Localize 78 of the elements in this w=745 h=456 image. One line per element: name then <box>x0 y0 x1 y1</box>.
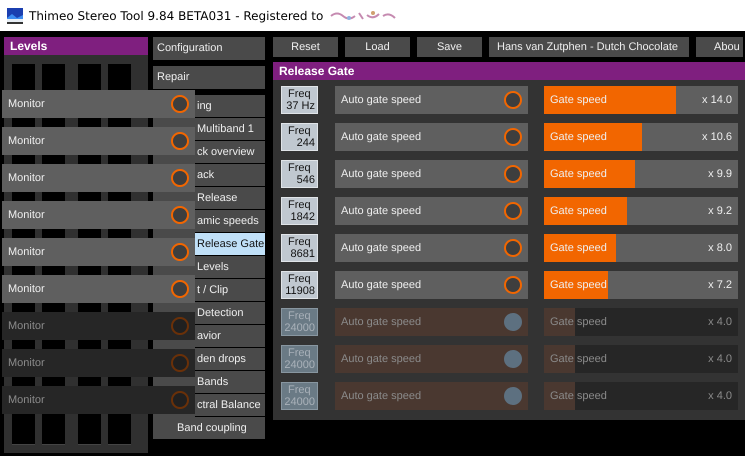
slider-value: x 4.0 <box>708 390 732 402</box>
menu-item[interactable]: ack <box>195 164 265 186</box>
toolbar-button[interactable]: Save <box>417 37 482 57</box>
auto-toggle[interactable]: Auto gate speed <box>335 86 528 114</box>
menu-item[interactable]: Configuration <box>153 37 265 60</box>
freq-button[interactable]: Freq 8681 <box>281 234 318 262</box>
toggle-ring[interactable] <box>171 280 189 298</box>
gate-speed-slider[interactable]: Gate speed x 10.6 <box>544 123 738 151</box>
monitor-label: Monitor <box>8 98 45 110</box>
slider-label: Gate speed <box>550 279 607 291</box>
gate-speed-slider[interactable]: Gate speed x 9.2 <box>544 197 738 225</box>
auto-toggle[interactable]: Auto gate speed <box>335 123 528 151</box>
menu-item[interactable]: Release <box>195 187 265 209</box>
slider-value: x 10.6 <box>702 131 732 143</box>
preset-button[interactable]: Hans van Zutphen - Dutch Chocolate <box>489 37 689 57</box>
app-icon <box>7 8 23 24</box>
monitor-label: Monitor <box>8 209 45 221</box>
toolbar-button[interactable]: Reset <box>273 37 338 57</box>
monitor-label: Monitor <box>8 246 45 258</box>
freq-button[interactable]: Freq 11908 <box>281 271 318 299</box>
slider-value: x 14.0 <box>702 94 732 106</box>
toggle-ring[interactable] <box>171 95 189 113</box>
slider-value: x 9.9 <box>708 168 732 180</box>
menu-item[interactable]: Release Gate <box>195 233 265 255</box>
toolbar-button[interactable]: Load <box>345 37 410 57</box>
gate-speed-slider[interactable]: Gate speed x 14.0 <box>544 86 738 114</box>
slider-value: x 7.2 <box>708 279 732 291</box>
menu-item[interactable]: Band coupling <box>153 417 265 439</box>
menu-item[interactable]: Detection <box>195 302 265 324</box>
menu-item[interactable]: Multiband 1 <box>195 118 265 140</box>
menu-item[interactable]: t / Clip <box>195 279 265 301</box>
monitor-label: Monitor <box>8 320 45 332</box>
slider-label: Gate speed <box>550 390 607 402</box>
monitor-label: Monitor <box>8 135 45 147</box>
menu-item[interactable]: amic speeds <box>195 210 265 232</box>
window-title: Thimeo Stereo Tool 9.84 BETA031 - Registered to <box>29 8 324 22</box>
menu-item[interactable]: ck overview <box>195 141 265 163</box>
auto-toggle[interactable]: Auto gate speed <box>335 160 528 188</box>
panel-title: Levels <box>4 37 148 55</box>
about-button[interactable]: Abou <box>696 37 743 57</box>
monitor-label: Monitor <box>8 357 45 369</box>
gate-speed-slider[interactable]: Gate speed x 7.2 <box>544 271 738 299</box>
menu-item[interactable]: avior <box>195 325 265 347</box>
slider-label: Gate speed <box>550 168 607 180</box>
slider-value: x 4.0 <box>708 353 732 365</box>
slider-label: Gate speed <box>550 131 607 143</box>
slider-label: Gate speed <box>550 316 607 328</box>
toggle-ring[interactable] <box>171 243 189 261</box>
slider-value: x 4.0 <box>708 316 732 328</box>
toggle-ring[interactable] <box>171 169 189 187</box>
auto-toggle[interactable]: Auto gate speed <box>335 271 528 299</box>
slider-value: x 8.0 <box>708 242 732 254</box>
slider-value: x 9.2 <box>708 205 732 217</box>
menu-item[interactable]: Repair <box>153 66 265 89</box>
auto-toggle[interactable]: Auto gate speed <box>335 197 528 225</box>
menu-item[interactable]: den drops <box>195 348 265 370</box>
auto-toggle[interactable]: Auto gate speed <box>335 234 528 262</box>
freq-button[interactable]: Freq 37 Hz <box>281 86 318 114</box>
slider-label: Gate speed <box>550 353 607 365</box>
freq-button[interactable]: Freq 244 <box>281 123 318 151</box>
scribble-icon <box>329 10 398 22</box>
toggle-ring[interactable] <box>171 206 189 224</box>
slider-label: Gate speed <box>550 242 607 254</box>
monitor-label: Monitor <box>8 394 45 406</box>
menu-item[interactable]: ctral Balance <box>195 394 265 416</box>
toggle-ring[interactable] <box>171 132 189 150</box>
panel-title: Release Gate <box>273 62 745 80</box>
monitor-label: Monitor <box>8 172 45 184</box>
slider-label: Gate speed <box>550 205 607 217</box>
freq-button[interactable]: Freq 1842 <box>281 197 318 225</box>
monitor-label: Monitor <box>8 283 45 295</box>
gate-speed-slider[interactable]: Gate speed x 8.0 <box>544 234 738 262</box>
menu-item[interactable]: Bands <box>195 371 265 393</box>
menu-item[interactable]: Levels <box>195 256 265 278</box>
freq-button[interactable]: Freq 546 <box>281 160 318 188</box>
slider-label: Gate speed <box>550 94 607 106</box>
gate-speed-slider[interactable]: Gate speed x 9.9 <box>544 160 738 188</box>
menu-item[interactable]: ing <box>195 95 265 117</box>
